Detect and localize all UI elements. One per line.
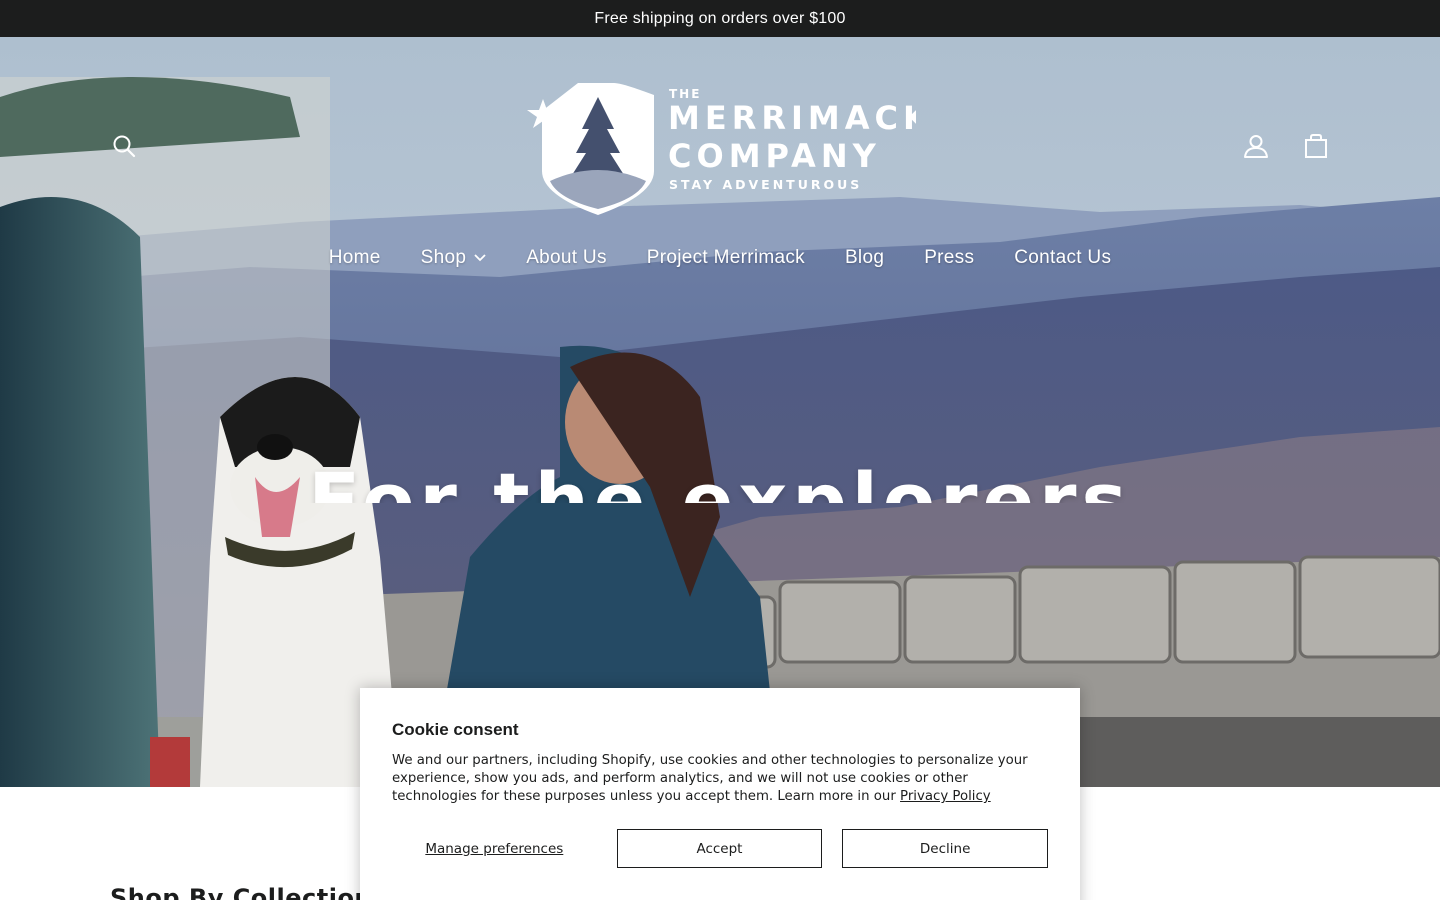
logo-image: THE MERRIMACK COMPANY STAY ADVENTUROUS <box>527 83 928 215</box>
nav-item-label: Shop <box>420 247 467 268</box>
hero-heading: For the explorers <box>308 456 1132 504</box>
section-title: Shop By Collection <box>110 884 373 900</box>
hero-banner: THE MERRIMACK COMPANY STAY ADVENTUROUS H… <box>0 37 1440 787</box>
main-nav: Home Shop About Us Project Merrimack Blo… <box>0 242 1440 274</box>
nav-item-label: Project Merrimack <box>646 247 805 268</box>
nav-item-label: Contact Us <box>1014 247 1112 268</box>
privacy-policy-link[interactable]: Privacy Policy <box>900 789 991 804</box>
nav-item-blog[interactable]: Blog <box>825 242 904 274</box>
user-icon <box>1244 135 1268 158</box>
manage-preferences-link[interactable]: Manage preferences <box>392 829 597 868</box>
nav-item-label: Blog <box>844 247 885 268</box>
cookie-actions: Manage preferences Accept Decline <box>392 829 1048 868</box>
logo-company: COMPANY <box>668 137 881 175</box>
nav-item-shop[interactable]: Shop <box>401 242 507 274</box>
cookie-consent-dialog: Cookie consent We and our partners, incl… <box>360 688 1080 900</box>
nav-item-press[interactable]: Press <box>904 242 994 274</box>
chevron-down-icon <box>474 254 486 262</box>
cart-button[interactable] <box>1300 130 1332 162</box>
nav-item-about-us[interactable]: About Us <box>506 242 627 274</box>
cookie-body: We and our partners, including Shopify, … <box>392 752 1048 806</box>
site-logo[interactable]: THE MERRIMACK COMPANY STAY ADVENTUROUS <box>526 77 928 215</box>
nav-item-home[interactable]: Home <box>309 242 401 274</box>
shopping-bag-icon <box>1305 134 1327 158</box>
nav-item-project-merrimack[interactable]: Project Merrimack <box>627 242 825 274</box>
nav-item-label: Home <box>328 247 381 268</box>
nav-item-contact-us[interactable]: Contact Us <box>994 242 1131 274</box>
logo-merrimack: MERRIMACK <box>668 99 916 137</box>
search-button[interactable] <box>108 130 140 162</box>
hero-heading-mask: For the explorers <box>0 451 1440 504</box>
nav-item-label: About Us <box>526 247 607 268</box>
announcement-text: Free shipping on orders over $100 <box>594 9 846 27</box>
accept-button[interactable]: Accept <box>616 829 823 868</box>
decline-button[interactable]: Decline <box>842 829 1048 868</box>
logo-tagline: STAY ADVENTUROUS <box>669 177 862 192</box>
announcement-bar: Free shipping on orders over $100 <box>0 0 1440 37</box>
search-icon <box>113 135 136 158</box>
account-button[interactable] <box>1240 130 1272 162</box>
cookie-title: Cookie consent <box>392 720 519 739</box>
nav-item-label: Press <box>924 247 975 268</box>
